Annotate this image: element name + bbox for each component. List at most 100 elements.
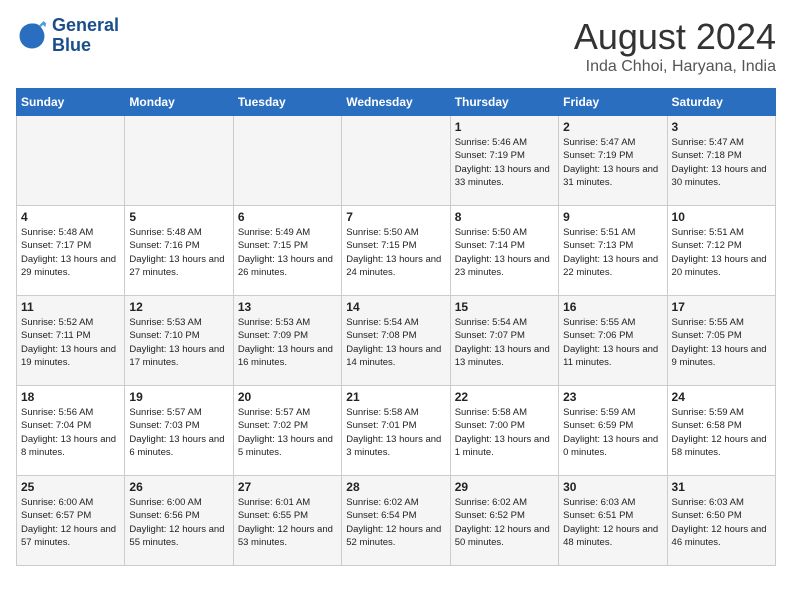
calendar-cell: 26 Sunrise: 6:00 AMSunset: 6:56 PMDayligh… [125,476,233,566]
day-number: 14 [346,300,445,314]
day-number: 24 [672,390,771,404]
calendar-cell [342,116,450,206]
logo: General Blue [16,16,119,56]
cell-content: Sunrise: 5:53 AMSunset: 7:10 PMDaylight:… [129,316,228,369]
calendar-cell: 11Sunrise: 5:52 AMSunset: 7:11 PMDayligh… [17,296,125,386]
day-number: 2 [563,120,662,134]
calendar-cell: 15Sunrise: 5:54 AMSunset: 7:07 PMDayligh… [450,296,558,386]
cell-content: Sunrise: 6:02 AMSunset: 6:52 PMDaylight:… [455,496,554,549]
cell-content: Sunrise: 6:00 AMSunset: 6:56 PMDaylight:… [129,496,228,549]
day-number: 20 [238,390,337,404]
day-number: 22 [455,390,554,404]
calendar-cell: 10 Sunrise: 5:51 AMSunset: 7:12 PMDayligh… [667,206,775,296]
cell-content: Sunrise: 6:03 AMSunset: 6:51 PMDaylight:… [563,496,662,549]
day-number: 7 [346,210,445,224]
cell-content: Sunrise: 5:49 AMSunset: 7:15 PMDaylight:… [238,226,337,279]
calendar-cell: 29 Sunrise: 6:02 AMSunset: 6:52 PMDayligh… [450,476,558,566]
calendar-cell: 27 Sunrise: 6:01 AMSunset: 6:55 PMDayligh… [233,476,341,566]
cell-content: Sunrise: 6:03 AMSunset: 6:50 PMDaylight:… [672,496,771,549]
cell-content: Sunrise: 5:48 AMSunset: 7:16 PMDaylight:… [129,226,228,279]
day-number: 31 [672,480,771,494]
cell-content: Sunrise: 5:51 AMSunset: 7:13 PMDaylight:… [563,226,662,279]
cell-content: Sunrise: 5:57 AMSunset: 7:03 PMDaylight:… [129,406,228,459]
header-row: SundayMondayTuesdayWednesdayThursdayFrid… [17,89,776,116]
calendar-cell: 14 Sunrise: 5:54 AMSunset: 7:08 PMDayligh… [342,296,450,386]
cell-content: Sunrise: 5:59 AMSunset: 6:59 PMDaylight:… [563,406,662,459]
day-number: 17 [672,300,771,314]
cell-content: Sunrise: 5:58 AMSunset: 7:00 PMDaylight:… [455,406,554,459]
day-number: 6 [238,210,337,224]
calendar-cell: 28Sunrise: 6:02 AMSunset: 6:54 PMDayligh… [342,476,450,566]
day-number: 29 [455,480,554,494]
title-section: August 2024 Inda Chhoi, Haryana, India [574,16,776,76]
day-number: 26 [129,480,228,494]
week-row-3: 11Sunrise: 5:52 AMSunset: 7:11 PMDayligh… [17,296,776,386]
calendar-cell: 25 Sunrise: 6:00 AMSunset: 6:57 PMDayligh… [17,476,125,566]
month-title: August 2024 [574,16,776,58]
calendar-cell [233,116,341,206]
calendar-cell: 24 Sunrise: 5:59 AMSunset: 6:58 PMDayligh… [667,386,775,476]
day-number: 27 [238,480,337,494]
day-number: 18 [21,390,120,404]
day-number: 25 [21,480,120,494]
calendar-cell [17,116,125,206]
location: Inda Chhoi, Haryana, India [574,58,776,76]
day-number: 13 [238,300,337,314]
day-number: 1 [455,120,554,134]
calendar-cell: 30Sunrise: 6:03 AMSunset: 6:51 PMDayligh… [559,476,667,566]
day-number: 4 [21,210,120,224]
calendar-cell [125,116,233,206]
cell-content: Sunrise: 6:00 AMSunset: 6:57 PMDaylight:… [21,496,120,549]
day-header-friday: Friday [559,89,667,116]
cell-content: Sunrise: 5:54 AMSunset: 7:08 PMDaylight:… [346,316,445,369]
cell-content: Sunrise: 5:47 AMSunset: 7:18 PMDaylight:… [672,136,771,189]
calendar-cell: 20 Sunrise: 5:57 AMSunset: 7:02 PMDayligh… [233,386,341,476]
logo-text: General Blue [52,16,119,56]
cell-content: Sunrise: 5:48 AMSunset: 7:17 PMDaylight:… [21,226,120,279]
cell-content: Sunrise: 5:57 AMSunset: 7:02 PMDaylight:… [238,406,337,459]
calendar-cell: 1Sunrise: 5:46 AMSunset: 7:19 PMDaylight… [450,116,558,206]
cell-content: Sunrise: 5:59 AMSunset: 6:58 PMDaylight:… [672,406,771,459]
calendar-cell: 9Sunrise: 5:51 AMSunset: 7:13 PMDaylight… [559,206,667,296]
day-number: 11 [21,300,120,314]
calendar-cell: 19Sunrise: 5:57 AMSunset: 7:03 PMDayligh… [125,386,233,476]
calendar-cell: 5Sunrise: 5:48 AMSunset: 7:16 PMDaylight… [125,206,233,296]
calendar-cell: 17 Sunrise: 5:55 AMSunset: 7:05 PMDayligh… [667,296,775,386]
calendar-cell: 3Sunrise: 5:47 AMSunset: 7:18 PMDaylight… [667,116,775,206]
week-row-5: 25 Sunrise: 6:00 AMSunset: 6:57 PMDayligh… [17,476,776,566]
calendar-cell: 13 Sunrise: 5:53 AMSunset: 7:09 PMDayligh… [233,296,341,386]
day-number: 28 [346,480,445,494]
cell-content: Sunrise: 5:50 AMSunset: 7:15 PMDaylight:… [346,226,445,279]
logo-icon [16,20,48,52]
day-header-monday: Monday [125,89,233,116]
cell-content: Sunrise: 6:01 AMSunset: 6:55 PMDaylight:… [238,496,337,549]
cell-content: Sunrise: 5:55 AMSunset: 7:06 PMDaylight:… [563,316,662,369]
cell-content: Sunrise: 5:51 AMSunset: 7:12 PMDaylight:… [672,226,771,279]
day-header-thursday: Thursday [450,89,558,116]
cell-content: Sunrise: 5:53 AMSunset: 7:09 PMDaylight:… [238,316,337,369]
calendar-cell: 21 Sunrise: 5:58 AMSunset: 7:01 PMDayligh… [342,386,450,476]
cell-content: Sunrise: 5:50 AMSunset: 7:14 PMDaylight:… [455,226,554,279]
day-header-tuesday: Tuesday [233,89,341,116]
day-header-saturday: Saturday [667,89,775,116]
week-row-4: 18Sunrise: 5:56 AMSunset: 7:04 PMDayligh… [17,386,776,476]
cell-content: Sunrise: 5:58 AMSunset: 7:01 PMDaylight:… [346,406,445,459]
cell-content: Sunrise: 5:55 AMSunset: 7:05 PMDaylight:… [672,316,771,369]
day-number: 8 [455,210,554,224]
week-row-2: 4 Sunrise: 5:48 AMSunset: 7:17 PMDaylight… [17,206,776,296]
day-number: 21 [346,390,445,404]
page-header: General Blue August 2024 Inda Chhoi, Har… [16,16,776,76]
day-number: 10 [672,210,771,224]
calendar-table: SundayMondayTuesdayWednesdayThursdayFrid… [16,88,776,566]
day-number: 16 [563,300,662,314]
day-number: 12 [129,300,228,314]
calendar-cell: 22 Sunrise: 5:58 AMSunset: 7:00 PMDayligh… [450,386,558,476]
calendar-cell: 7 Sunrise: 5:50 AMSunset: 7:15 PMDaylight… [342,206,450,296]
calendar-cell: 12 Sunrise: 5:53 AMSunset: 7:10 PMDayligh… [125,296,233,386]
calendar-cell: 4 Sunrise: 5:48 AMSunset: 7:17 PMDaylight… [17,206,125,296]
calendar-cell: 31 Sunrise: 6:03 AMSunset: 6:50 PMDayligh… [667,476,775,566]
calendar-cell: 8 Sunrise: 5:50 AMSunset: 7:14 PMDaylight… [450,206,558,296]
calendar-cell: 16 Sunrise: 5:55 AMSunset: 7:06 PMDayligh… [559,296,667,386]
day-number: 15 [455,300,554,314]
calendar-cell: 6 Sunrise: 5:49 AMSunset: 7:15 PMDaylight… [233,206,341,296]
